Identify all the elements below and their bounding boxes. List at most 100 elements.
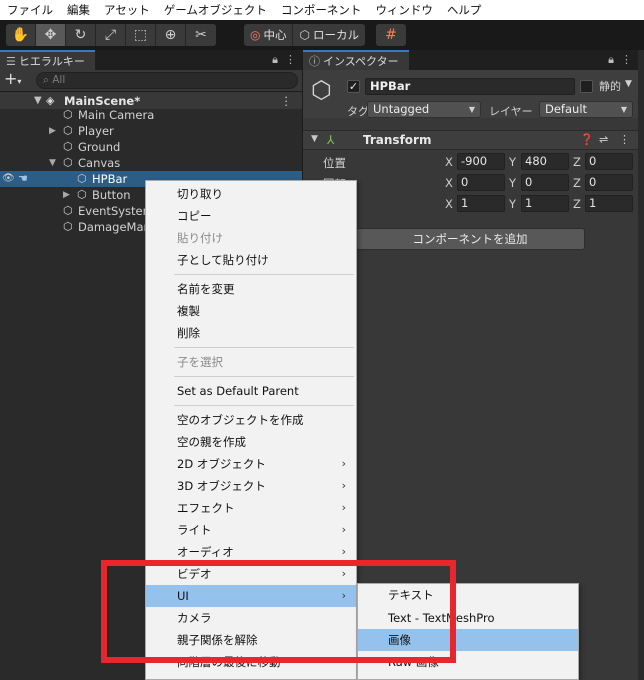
expand-arrow-icon[interactable]: ▼ (34, 95, 42, 106)
kebab-menu-icon[interactable]: ⋮ (619, 133, 630, 146)
menu-gameobject[interactable]: ゲームオブジェクト (157, 0, 274, 20)
position-label: 位置 (323, 156, 346, 170)
menu-item-duplicate[interactable]: 複製 (146, 300, 356, 322)
static-checkbox[interactable] (580, 80, 593, 93)
menu-item-effects[interactable]: エフェクト › (146, 497, 356, 519)
scale-x-field[interactable]: 1 (457, 195, 505, 212)
transform-axes-icon: ⅄ (327, 133, 335, 147)
gameobject-icon: ⬡ (63, 220, 73, 233)
pivot-center-toggle[interactable]: ◎ 中心 (244, 24, 294, 46)
hierarchy-tab[interactable]: ☰ ヒエラルキー (0, 50, 95, 70)
menu-edit[interactable]: 編集 (60, 0, 97, 20)
hierarchy-search-row: +▾ ⌕ All (0, 69, 302, 92)
add-component-button[interactable]: コンポーネントを追加 (355, 228, 585, 250)
lock-icon[interactable]: 🔒︎ (608, 53, 614, 66)
gameobject-icon: ⬡ (63, 108, 73, 121)
position-x-field[interactable]: -900 (457, 153, 505, 170)
rotation-y-field[interactable]: 0 (521, 174, 569, 191)
y-axis-label: Y (509, 155, 517, 169)
transform-tools: ✋ ✥ ↻ ⤢ ⬚ ⊕ ✂ (6, 24, 216, 46)
hierarchy-item-player[interactable]: ▶ ⬡ Player (0, 123, 302, 139)
add-object-button[interactable]: +▾ (4, 69, 36, 92)
hierarchy-search-input[interactable]: ⌕ All (36, 72, 298, 89)
layer-dropdown[interactable]: Default ▼ (539, 101, 633, 118)
menu-item-light[interactable]: ライト › (146, 519, 356, 541)
collapsed-arrow-icon[interactable]: ▶ (49, 123, 56, 139)
preset-icon[interactable]: ⇌ (599, 133, 608, 146)
pick-hand-icon[interactable]: ☚ (18, 171, 28, 187)
y-axis-label: Y (509, 197, 517, 211)
space-local-toggle[interactable]: ⬡ ローカル (293, 24, 364, 46)
kebab-menu-icon[interactable]: ⋮ (621, 53, 632, 66)
active-checkbox[interactable]: ✓ (347, 80, 360, 93)
hierarchy-tabbar: ☰ ヒエラルキー 🔒︎ ⋮ (0, 50, 302, 70)
z-axis-label: Z (573, 197, 581, 211)
component-name: Transform (363, 133, 432, 147)
help-icon[interactable]: ❓ (580, 133, 594, 146)
move-tool-icon[interactable]: ✥ (36, 24, 66, 46)
position-y-field[interactable]: 480 (521, 153, 569, 170)
transform-component-header[interactable]: ▼ ⅄ Transform ❓ ⇌ ⋮ (303, 130, 639, 150)
position-z-field[interactable]: 0 (585, 153, 633, 170)
kebab-menu-icon[interactable]: ⋮ (285, 53, 296, 66)
object-name-field[interactable]: HPBar (365, 78, 575, 95)
menu-help[interactable]: ヘルプ (440, 0, 489, 20)
custom-tool-icon[interactable]: ✂ (186, 24, 216, 46)
gameobject-icon: ⬡ (63, 124, 73, 137)
x-axis-label: X (445, 197, 453, 211)
menu-item-delete[interactable]: 削除 (146, 322, 356, 344)
transform-tool-icon[interactable]: ⊕ (156, 24, 186, 46)
menu-item-cut[interactable]: 切り取り (146, 183, 356, 205)
right-panel-edge (638, 50, 644, 680)
inspector-tabbar: ⓘ インスペクター 🔒︎ ⋮ (303, 50, 638, 70)
menu-item-paste-as-child[interactable]: 子として貼り付け (146, 249, 356, 271)
menu-assets[interactable]: アセット (97, 0, 157, 20)
menu-item-create-empty[interactable]: 空のオブジェクトを作成 (146, 409, 356, 431)
menu-separator (174, 274, 354, 275)
dropdown-caret-icon: ▼ (620, 105, 627, 114)
hierarchy-item-main-camera[interactable]: ⬡ Main Camera (0, 107, 302, 123)
menu-window[interactable]: ウィンドウ (368, 0, 440, 20)
hand-tool-icon[interactable]: ✋ (6, 24, 36, 46)
menu-file[interactable]: ファイル (0, 0, 60, 20)
scale-y-field[interactable]: 1 (521, 195, 569, 212)
tag-dropdown[interactable]: Untagged ▼ (367, 101, 481, 118)
scene-menu-icon[interactable]: ⋮ (281, 94, 293, 108)
tag-label: タグ (347, 105, 369, 118)
pivot-icon: ◎ (250, 28, 261, 42)
menu-item-rename[interactable]: 名前を変更 (146, 278, 356, 300)
visibility-eye-icon[interactable]: 👁︎ (2, 171, 15, 187)
layer-label: レイヤー (489, 105, 533, 118)
menu-separator (174, 376, 354, 377)
y-axis-label: Y (509, 176, 517, 190)
grid-snap-icon[interactable]: # (376, 24, 406, 46)
gameobject-icon: ⬡ (77, 188, 87, 201)
inspector-tab[interactable]: ⓘ インスペクター (303, 50, 409, 70)
menu-item-copy[interactable]: コピー (146, 205, 356, 227)
rect-tool-icon[interactable]: ⬚ (126, 24, 156, 46)
menu-item-3d-object[interactable]: 3D オブジェクト › (146, 475, 356, 497)
menu-item-set-default-parent[interactable]: Set as Default Parent (146, 380, 356, 402)
scale-z-field[interactable]: 1 (585, 195, 633, 212)
expanded-arrow-icon[interactable]: ▼ (311, 134, 318, 144)
collapsed-arrow-icon[interactable]: ▶ (63, 187, 70, 203)
rotate-tool-icon[interactable]: ↻ (66, 24, 96, 46)
rotation-x-field[interactable]: 0 (457, 174, 505, 191)
menu-item-create-empty-parent[interactable]: 空の親を作成 (146, 431, 356, 453)
hierarchy-tab-tools: 🔒︎ ⋮ (272, 50, 296, 70)
scale-tool-icon[interactable]: ⤢ (96, 24, 126, 46)
hierarchy-item-canvas[interactable]: ▼ ⬡ Canvas (0, 155, 302, 171)
hierarchy-item-ground[interactable]: ⬡ Ground (0, 139, 302, 155)
lock-icon[interactable]: 🔒︎ (272, 53, 278, 66)
list-icon: ☰ (6, 55, 16, 68)
menu-item-2d-object[interactable]: 2D オブジェクト › (146, 453, 356, 475)
gameobject-icon: ⬡ (63, 156, 73, 169)
menubar: ファイル 編集 アセット ゲームオブジェクト コンポーネント ウィンドウ ヘルプ (0, 0, 644, 20)
expanded-arrow-icon[interactable]: ▼ (49, 155, 56, 171)
static-dropdown-icon[interactable]: ▼ (625, 79, 632, 89)
menu-component[interactable]: コンポーネント (274, 0, 369, 20)
cube-icon: ⬡ (299, 28, 310, 42)
rotation-z-field[interactable]: 0 (585, 174, 633, 191)
gameobject-icon: ⬡ (63, 204, 73, 217)
gameobject-icon: ⬡ (77, 172, 87, 185)
